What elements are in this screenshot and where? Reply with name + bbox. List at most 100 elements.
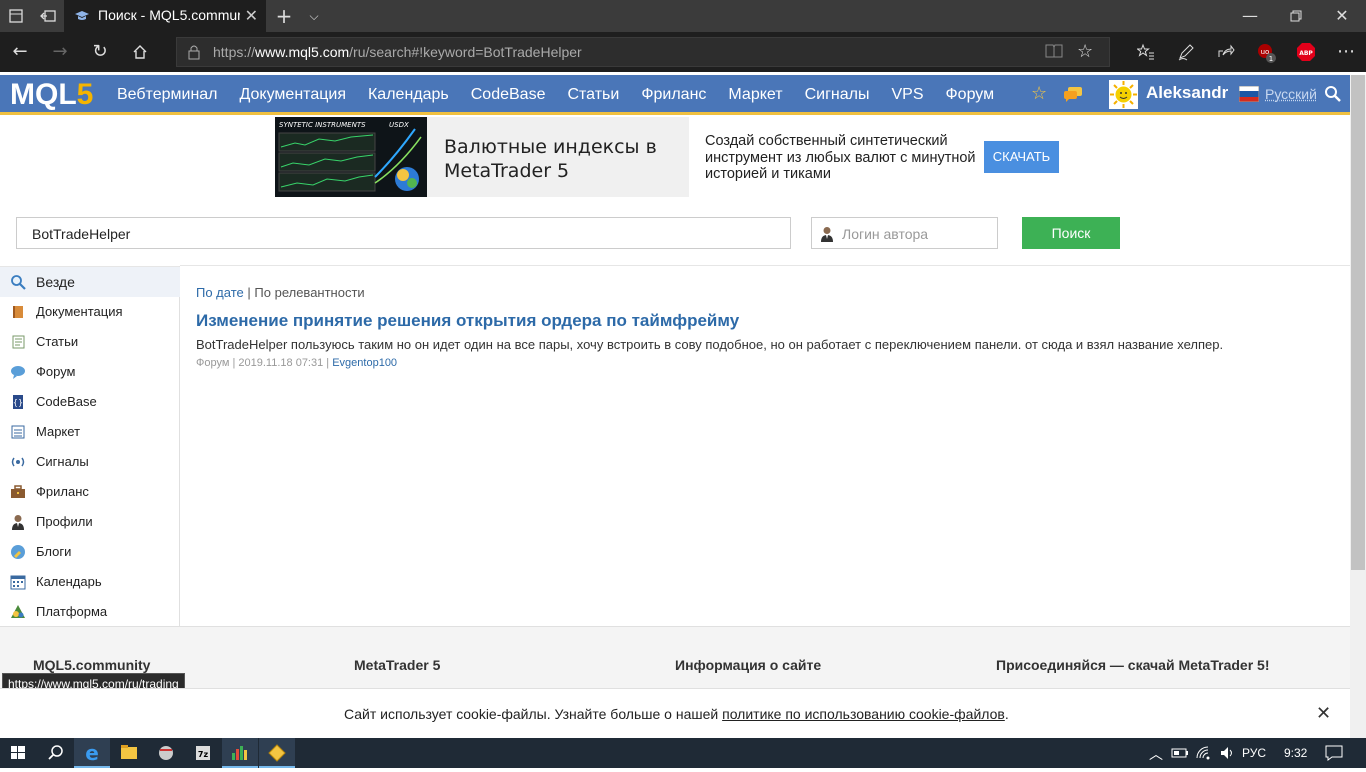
keyboard-language[interactable]: РУС: [1242, 746, 1266, 760]
nav-vps[interactable]: VPS: [881, 75, 935, 115]
sidebar-item-freelance[interactable]: Фриланс: [0, 477, 180, 507]
windows-start-icon[interactable]: [0, 738, 36, 768]
adblock-plus-icon[interactable]: ABP: [1294, 40, 1318, 64]
article-icon: [10, 334, 26, 350]
result-section[interactable]: Форум: [196, 357, 229, 369]
close-icon[interactable]: ✕: [1316, 703, 1331, 724]
favorites-star-icon[interactable]: ☆: [1031, 83, 1047, 104]
ublock-extension-icon[interactable]: uo 1: [1254, 40, 1278, 64]
footer-col-download[interactable]: Присоединяйся — скачай MetaTrader 5!: [996, 657, 1269, 673]
minimize-icon[interactable]: —: [1234, 0, 1266, 32]
chevron-down-icon[interactable]: ⌵: [302, 0, 326, 32]
new-tab-icon[interactable]: +: [270, 0, 298, 32]
notifications-icon[interactable]: [1325, 745, 1343, 764]
banner-download-button[interactable]: СКАЧАТЬ: [984, 141, 1059, 173]
nav-signals[interactable]: Сигналы: [794, 75, 881, 115]
search-input[interactable]: BotTradeHelper: [16, 217, 791, 249]
username[interactable]: Aleksandr: [1146, 83, 1228, 103]
ad-banner[interactable]: SYNTETIC INSTRUMENTS USDX Валютные индек…: [275, 117, 1059, 197]
favorite-star-icon[interactable]: ☆: [1077, 41, 1093, 62]
home-icon[interactable]: [128, 40, 152, 64]
refresh-icon[interactable]: ↻: [88, 40, 112, 64]
forward-icon[interactable]: →: [48, 40, 72, 64]
tab-title: Поиск - MQL5.commur: [98, 7, 240, 23]
mql5-logo[interactable]: MQL5: [10, 78, 93, 112]
snippet-text: пользуюсь таким но он идет один на все п…: [287, 337, 1223, 352]
web-note-pen-icon[interactable]: [1174, 40, 1198, 64]
author-login-placeholder: Логин автора: [842, 226, 928, 242]
language-selector[interactable]: Русский: [1265, 86, 1317, 102]
search-icon[interactable]: [38, 738, 74, 768]
close-tab-icon[interactable]: ✕: [245, 6, 258, 25]
nav-market[interactable]: Маркет: [717, 75, 793, 115]
volume-icon[interactable]: [1219, 745, 1235, 764]
cookie-policy-link[interactable]: политике по использованию cookie-файлов: [722, 706, 1005, 722]
avatar[interactable]: [1109, 80, 1138, 109]
result-author-link[interactable]: Evgentop100: [332, 357, 397, 369]
close-window-icon[interactable]: ✕: [1326, 0, 1358, 32]
nav-calendar[interactable]: Календарь: [357, 75, 460, 115]
sidebar-item-everywhere[interactable]: Везде: [0, 267, 180, 297]
nav-forum[interactable]: Форум: [935, 75, 1006, 115]
address-bar[interactable]: https://www.mql5.com/ru/search#!keyword=…: [176, 37, 1110, 67]
blog-icon: [10, 544, 26, 560]
banner-headline: Валютные индексы в MetaTrader 5: [444, 135, 674, 183]
search-button[interactable]: Поиск: [1022, 217, 1120, 249]
more-menu-icon[interactable]: ⋯: [1334, 40, 1358, 64]
divider: [180, 265, 1350, 266]
sidebar-item-profiles[interactable]: Профили: [0, 507, 180, 537]
banner-description: Создай собственный синтетический инструм…: [705, 133, 980, 183]
set-aside-tabs-icon[interactable]: [32, 0, 64, 32]
chevron-up-icon[interactable]: ︿: [1149, 744, 1163, 764]
calendar-icon: [10, 574, 26, 590]
sidebar-item-articles[interactable]: Статьи: [0, 327, 180, 357]
address-url: https://www.mql5.com/ru/search#!keyword=…: [213, 44, 582, 60]
nav-webterminal[interactable]: Вебтерминал: [106, 75, 229, 115]
metatrader-icon[interactable]: [222, 738, 258, 768]
tab-actions-icon[interactable]: [0, 0, 32, 32]
browser-toolbar: ← → ↻ https://www.mql5.com/ru/search#!ke…: [0, 32, 1366, 72]
footer-col-site-info[interactable]: Информация о сайте: [675, 657, 821, 673]
favorites-hub-icon[interactable]: [1134, 40, 1158, 64]
sidebar-item-codebase[interactable]: {} CodeBase: [0, 387, 180, 417]
metaeditor-icon[interactable]: [259, 738, 295, 768]
sort-by-date-link[interactable]: По дате: [196, 285, 244, 300]
sort-options: По дате | По релевантности: [196, 285, 365, 300]
footer-col-community[interactable]: MQL5.community: [33, 657, 150, 673]
app-icon[interactable]: [148, 738, 184, 768]
svg-text:{}: {}: [13, 398, 23, 407]
nav-documentation[interactable]: Документация: [229, 75, 357, 115]
book-icon: [10, 304, 26, 320]
scrollbar-thumb[interactable]: [1351, 75, 1365, 570]
sidebar-item-forum[interactable]: Форум: [0, 357, 180, 387]
7zip-icon[interactable]: 7z: [185, 738, 221, 768]
clock-time[interactable]: 9:32: [1284, 746, 1307, 760]
lock-icon: [187, 44, 201, 60]
nav-freelance[interactable]: Фриланс: [630, 75, 717, 115]
edge-browser-icon[interactable]: e: [74, 738, 110, 768]
nav-codebase[interactable]: CodeBase: [460, 75, 557, 115]
sidebar-item-blogs[interactable]: Блоги: [0, 537, 180, 567]
battery-icon[interactable]: [1171, 746, 1189, 763]
search-icon[interactable]: [1324, 85, 1342, 107]
footer-col-metatrader[interactable]: MetaTrader 5: [354, 657, 440, 673]
sidebar-item-calendar[interactable]: Календарь: [0, 567, 180, 597]
sidebar-item-documentation[interactable]: Документация: [0, 297, 180, 327]
sidebar-item-platform[interactable]: Платформа: [0, 597, 180, 627]
restore-icon[interactable]: [1280, 0, 1312, 32]
sidebar-item-signals[interactable]: Сигналы: [0, 447, 180, 477]
cookie-text: Сайт использует cookie-файлы. Узнайте бо…: [344, 706, 1009, 722]
sidebar-item-market[interactable]: Маркет: [0, 417, 180, 447]
reading-view-icon[interactable]: [1045, 43, 1063, 63]
nav-articles[interactable]: Статьи: [556, 75, 630, 115]
file-explorer-icon[interactable]: [111, 738, 147, 768]
svg-text:e: e: [85, 741, 99, 765]
result-title-link[interactable]: Изменение принятие решения открытия орде…: [196, 311, 739, 331]
browser-tab-active[interactable]: Поиск - MQL5.commur ✕: [64, 0, 266, 32]
back-icon[interactable]: ←: [8, 40, 32, 64]
share-icon[interactable]: [1214, 40, 1238, 64]
wifi-icon[interactable]: [1195, 745, 1211, 764]
author-login-input[interactable]: Логин автора: [811, 217, 998, 249]
russia-flag-icon[interactable]: [1239, 86, 1259, 106]
messages-icon[interactable]: [1063, 86, 1083, 106]
